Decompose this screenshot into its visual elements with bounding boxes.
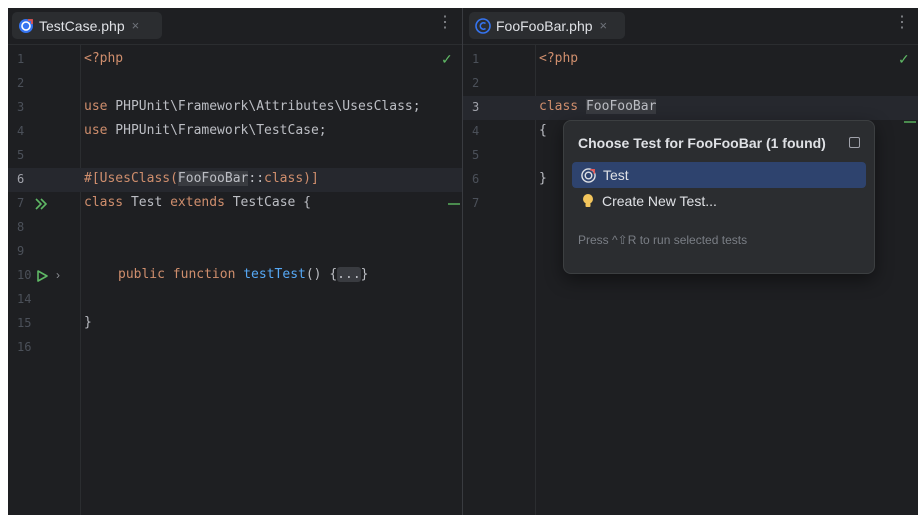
tab-foofoobar-php[interactable]: FooFooBar.php × (469, 12, 625, 39)
code-line[interactable]: 15 } (8, 312, 462, 336)
line-number: 8 (17, 220, 25, 234)
code-text: use PHPUnit\Framework\Attributes\UsesCla… (84, 99, 421, 114)
code-line[interactable]: 2 (463, 72, 918, 96)
line-number: 3 (17, 100, 25, 114)
line-number: 7 (17, 196, 25, 210)
code-text: use PHPUnit\Framework\TestCase; (84, 123, 327, 138)
choose-test-popup: Choose Test for FooFooBar (1 found) Test… (563, 120, 875, 274)
left-tab-bar: TestCase.php × ⋮ (8, 8, 462, 45)
line-number: 3 (472, 100, 480, 114)
code-line[interactable]: 9 (8, 240, 462, 264)
change-marker (904, 121, 916, 123)
line-number: 1 (17, 52, 25, 66)
code-line-current[interactable]: 3 class FooFooBar (463, 96, 918, 120)
line-number: 10 (17, 268, 32, 282)
keyword: use (84, 123, 108, 138)
code-line[interactable]: 2 (8, 72, 462, 96)
code-line[interactable]: 3 use PHPUnit\Framework\Attributes\UsesC… (8, 96, 462, 120)
code-rest: PHPUnit\Framework\TestCase; (107, 123, 327, 138)
tab-close-icon[interactable]: × (600, 18, 608, 33)
code-line[interactable]: 1 <?php ✓ (463, 48, 918, 72)
popup-item-test[interactable]: Test (572, 162, 866, 188)
code-text: <?php (539, 51, 579, 66)
line-number: 5 (17, 148, 25, 162)
line-number: 2 (17, 76, 25, 90)
code-rest: () { (305, 267, 338, 282)
line-number: 6 (17, 172, 25, 186)
class-name[interactable]: FooFooBar (585, 99, 657, 114)
php-class-file-icon (475, 17, 491, 34)
line-number: 1 (472, 52, 480, 66)
keyword: class (264, 171, 304, 186)
popup-item-create-new-test[interactable]: Create New Test... (572, 188, 866, 214)
code-line[interactable]: 10 › public function testTest() {...} (8, 264, 462, 288)
popup-hint: Press ^⇧R to run selected tests (578, 233, 748, 247)
change-marker (448, 203, 460, 205)
line-number: 4 (17, 124, 25, 138)
php-test-file-icon (19, 18, 33, 33)
line-number: 4 (472, 124, 480, 138)
tab-close-icon[interactable]: × (132, 18, 140, 33)
code-rest: PHPUnit\Framework\Attributes\UsesClass; (107, 99, 421, 114)
lightbulb-icon (583, 194, 593, 207)
popup-item-label: Test (603, 167, 629, 183)
line-number: 2 (472, 76, 480, 90)
code-line[interactable]: 14 (8, 288, 462, 312)
code-text: class Test extends TestCase { (84, 195, 311, 210)
popup-title: Choose Test for FooFooBar (1 found) (578, 135, 826, 151)
code-line[interactable]: 5 (8, 144, 462, 168)
inspection-ok-icon[interactable]: ✓ (441, 51, 453, 68)
code-text: #[UsesClass(FooFooBar::class)] (84, 171, 319, 186)
code-close: } (360, 267, 369, 282)
fold-chevron-icon[interactable]: › (56, 268, 60, 282)
code-line-current[interactable]: 6 #[UsesClass(FooFooBar::class)] (8, 168, 462, 192)
right-tab-bar: FooFooBar.php × ⋮ (463, 8, 918, 45)
tab-menu-icon[interactable]: ⋮ (894, 15, 910, 31)
keyword: class (539, 99, 579, 114)
keyword: use (84, 99, 108, 114)
line-number: 5 (472, 148, 480, 162)
keyword: class (84, 195, 124, 210)
code-text: { (539, 123, 547, 138)
keyword: public function (118, 267, 236, 282)
code-text: public function testTest() {...} (118, 267, 368, 282)
tab-title: TestCase.php (39, 17, 125, 34)
tab-testcase-php[interactable]: TestCase.php × (12, 12, 162, 39)
code-line[interactable]: 16 (8, 336, 462, 360)
line-number: 6 (472, 172, 480, 186)
tab-title: FooFooBar.php (496, 17, 593, 34)
line-number: 16 (17, 340, 32, 354)
class-name: Test (123, 195, 171, 210)
run-class-tests-icon[interactable] (35, 198, 49, 210)
folded-region[interactable]: ... (337, 267, 361, 282)
popup-item-label: Create New Test... (602, 193, 717, 209)
function-name: testTest (243, 267, 306, 282)
php-test-file-icon (581, 167, 596, 183)
ide-window: TestCase.php × ⋮ 1 <?php ✓ 2 3 use PHPUn… (8, 8, 918, 515)
code-text: class FooFooBar (539, 99, 657, 114)
code-line[interactable]: 4 use PHPUnit\Framework\TestCase; (8, 120, 462, 144)
code-text: } (84, 315, 92, 330)
line-number: 7 (472, 196, 480, 210)
code-text: <?php (84, 51, 124, 66)
code-line[interactable]: 7 class Test extends TestCase { (8, 192, 462, 216)
left-editor-pane: TestCase.php × ⋮ 1 <?php ✓ 2 3 use PHPUn… (8, 8, 462, 515)
attribute-close: )] (303, 171, 319, 186)
code-text: } (539, 171, 547, 186)
code-rest: TestCase { (224, 195, 311, 210)
tab-menu-icon[interactable]: ⋮ (437, 15, 453, 31)
line-number: 9 (17, 244, 25, 258)
scope-operator: :: (248, 171, 265, 186)
attribute-open: #[UsesClass( (84, 171, 178, 186)
class-reference[interactable]: FooFooBar (177, 171, 249, 186)
code-line[interactable]: 8 (8, 216, 462, 240)
pin-popup-icon[interactable] (849, 137, 860, 148)
run-test-icon[interactable] (36, 270, 48, 282)
inspection-ok-icon[interactable]: ✓ (898, 51, 910, 68)
line-number: 15 (17, 316, 32, 330)
line-number: 14 (17, 292, 32, 306)
keyword: extends (170, 195, 225, 210)
code-line[interactable]: 1 <?php ✓ (8, 48, 462, 72)
